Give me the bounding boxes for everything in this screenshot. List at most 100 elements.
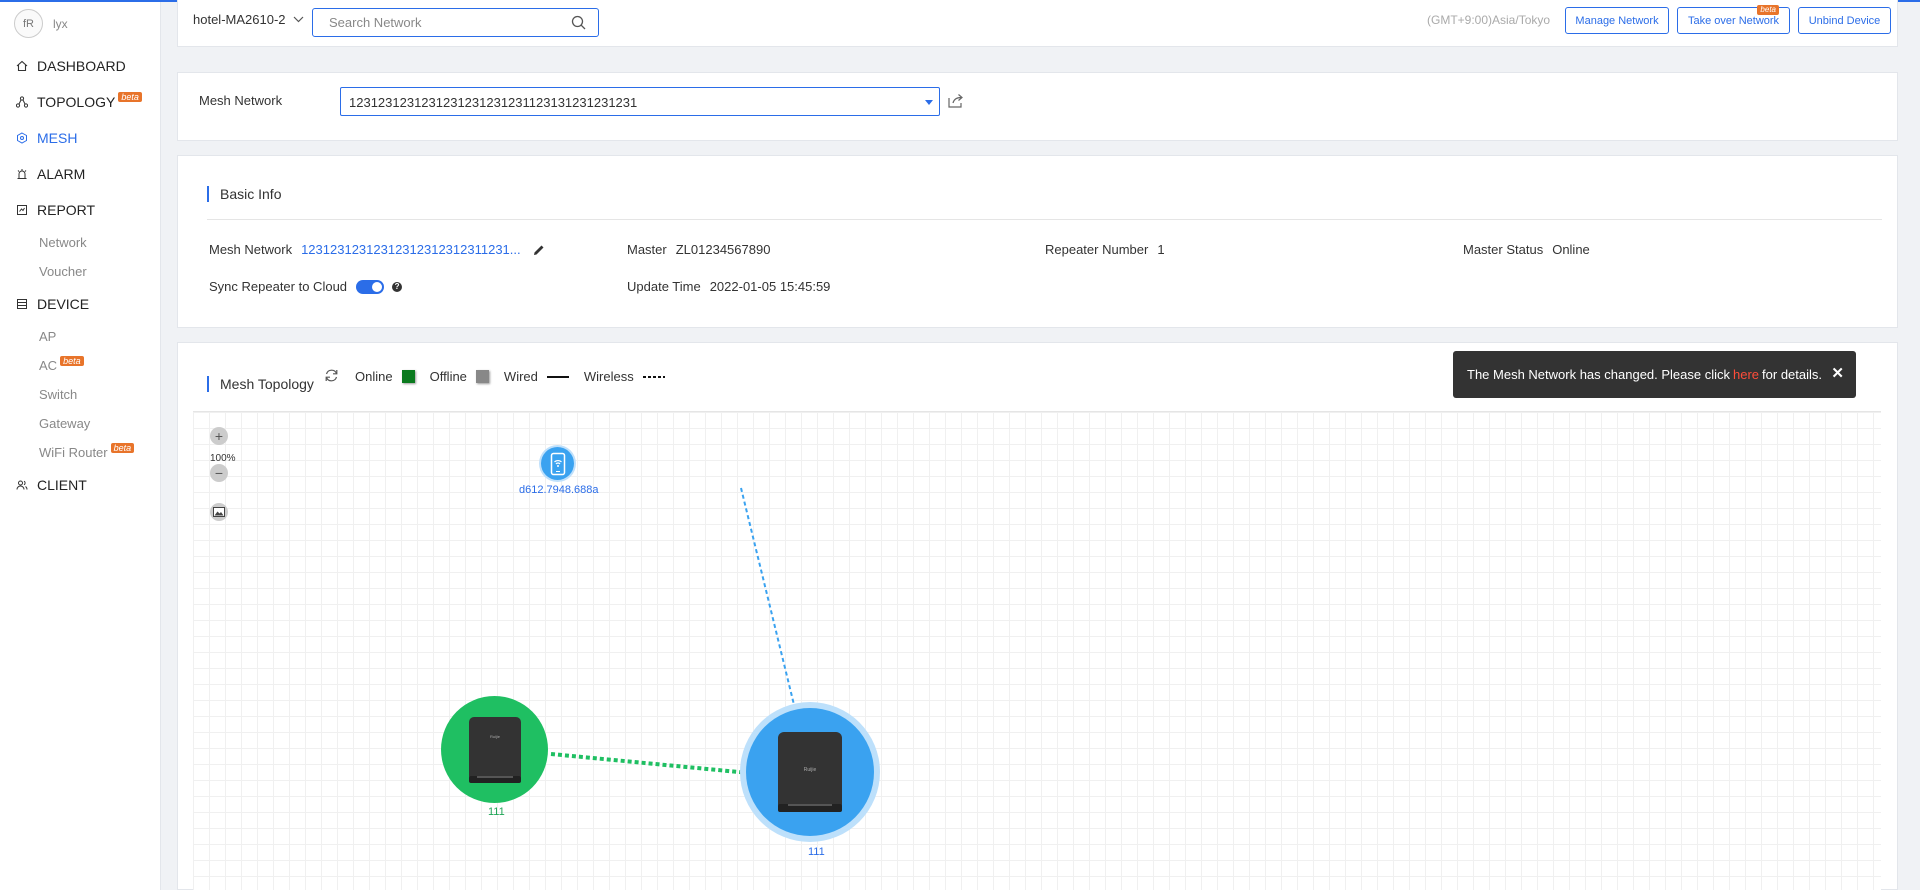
legend-online-label: Online xyxy=(355,369,393,384)
mesh-network-name-link[interactable]: 12312312312312312312312311231... xyxy=(301,242,521,257)
legend-offline-swatch xyxy=(475,370,489,383)
topology-icon xyxy=(15,95,29,109)
user-profile[interactable]: fR lyx xyxy=(0,2,160,45)
legend-wired-label: Wired xyxy=(503,369,538,384)
top-header: hotel-MA2610-2 (GMT+9:00)Asia/Tokyo Mana… xyxy=(177,0,1898,47)
legend-offline-label: Offline xyxy=(429,369,467,384)
project-name: hotel-MA2610-2 xyxy=(193,12,286,27)
search-box[interactable] xyxy=(312,8,599,37)
sidebar-item-label: TOPOLOGY xyxy=(37,94,116,110)
sync-repeater-info: Sync Repeater to Cloud ? xyxy=(209,279,403,294)
share-icon[interactable] xyxy=(948,93,965,108)
refresh-icon[interactable] xyxy=(324,368,339,383)
manage-network-button[interactable]: Manage Network xyxy=(1565,7,1669,34)
sidebar: fR lyx DASHBOARD TOPOLOGY beta MESH ALAR… xyxy=(0,2,161,890)
help-icon[interactable]: ? xyxy=(392,281,403,292)
info-label: Master Status xyxy=(1463,242,1544,257)
search-input[interactable] xyxy=(313,9,553,36)
pencil-icon[interactable] xyxy=(533,244,545,256)
unbind-device-button[interactable]: Unbind Device xyxy=(1798,7,1891,34)
project-selector[interactable]: hotel-MA2610-2 xyxy=(193,12,304,27)
svg-text:Ruijie: Ruijie xyxy=(804,767,817,773)
client-node[interactable] xyxy=(541,447,574,480)
master-status-info: Master Status Online xyxy=(1463,242,1590,257)
avatar[interactable]: fR xyxy=(14,9,43,38)
sidebar-item-label: REPORT xyxy=(37,202,96,218)
topology-legend: Online Offline Wired Wireless xyxy=(355,369,665,384)
sidebar-sub-ap[interactable]: AP xyxy=(0,322,160,351)
sidebar-item-report[interactable]: REPORT xyxy=(0,192,160,228)
info-label: Sync Repeater to Cloud xyxy=(209,279,348,294)
chevron-down-icon xyxy=(293,16,303,23)
toast-text-after: for details. xyxy=(1762,367,1823,382)
sidebar-item-device[interactable]: DEVICE xyxy=(0,286,160,322)
topology-canvas[interactable]: + 100% − d612.7948.688a Ruijie 111 Ruiji… xyxy=(193,411,1881,890)
topology-links xyxy=(550,487,797,775)
legend-wireless-line xyxy=(642,375,665,378)
phone-wifi-icon xyxy=(550,452,565,475)
sidebar-sub-switch[interactable]: Switch xyxy=(0,380,160,409)
legend-wired-line xyxy=(546,375,569,378)
master-status-value: Online xyxy=(1552,242,1590,257)
mesh-network-selected-value: 1231231231231231231231231123131231231231 xyxy=(349,95,638,110)
mesh-changed-toast: The Mesh Network has changed. Please cli… xyxy=(1453,351,1856,398)
master-info: Master ZL01234567890 xyxy=(627,242,770,257)
sidebar-item-mesh[interactable]: MESH xyxy=(0,120,160,156)
button-label: Take over Network xyxy=(1687,14,1780,27)
update-time-info: Update Time 2022-01-05 15:45:59 xyxy=(627,279,830,294)
repeater-node-label: 111 xyxy=(488,806,505,818)
master-serial: ZL01234567890 xyxy=(675,242,771,257)
wireless-link-client-master xyxy=(740,487,797,714)
beta-badge: beta xyxy=(1757,5,1779,15)
sync-repeater-toggle[interactable] xyxy=(356,279,385,294)
beta-badge: beta xyxy=(110,442,135,453)
legend-online-swatch xyxy=(401,370,415,383)
repeater-number: 1 xyxy=(1157,242,1165,257)
mesh-network-select[interactable]: 1231231231231231231231231123131231231231 xyxy=(340,87,940,116)
sidebar-sub-voucher[interactable]: Voucher xyxy=(0,257,160,286)
caret-down-icon xyxy=(925,100,933,105)
sidebar-item-topology[interactable]: TOPOLOGY beta xyxy=(0,84,160,120)
home-icon xyxy=(15,59,29,73)
sidebar-sub-gateway[interactable]: Gateway xyxy=(0,409,160,438)
wireless-link-repeater-master xyxy=(550,752,750,775)
sidebar-sub-network[interactable]: Network xyxy=(0,228,160,257)
sidebar-item-alarm[interactable]: ALARM xyxy=(0,156,160,192)
repeater-node[interactable]: Ruijie xyxy=(441,696,548,803)
search-icon[interactable] xyxy=(571,15,586,30)
info-label: Update Time xyxy=(627,279,701,294)
mesh-topology-title: Mesh Topology xyxy=(207,376,314,392)
basic-info-title: Basic Info xyxy=(207,186,281,202)
legend-wireless-label: Wireless xyxy=(583,369,634,384)
info-label: Mesh Network xyxy=(209,242,293,257)
sidebar-item-client[interactable]: CLIENT xyxy=(0,467,160,503)
toast-here-link[interactable]: here xyxy=(1733,367,1759,382)
toast-text: The Mesh Network has changed. Please cli… xyxy=(1467,367,1731,382)
beta-badge: beta xyxy=(60,355,84,366)
info-label: Repeater Number xyxy=(1045,242,1149,257)
sidebar-item-label: DEVICE xyxy=(37,296,90,312)
info-label: Master xyxy=(627,242,667,257)
sidebar-sub-ac[interactable]: AC beta xyxy=(0,351,160,380)
client-node-label: d612.7948.688a xyxy=(519,484,599,496)
update-time-value: 2022-01-05 15:45:59 xyxy=(709,279,831,294)
basic-info-panel: Basic Info Mesh Network 1231231231231231… xyxy=(177,155,1898,328)
sidebar-sub-label: WiFi Router xyxy=(39,445,108,460)
sidebar-item-label: DASHBOARD xyxy=(37,58,126,74)
sidebar-sub-label: AC xyxy=(39,358,58,373)
divider xyxy=(207,219,1882,220)
master-node[interactable]: Ruijie xyxy=(746,708,874,836)
router-device-icon: Ruijie xyxy=(468,716,521,783)
mesh-network-label: Mesh Network xyxy=(199,93,283,108)
report-icon xyxy=(15,203,29,217)
sidebar-sub-wifi-router[interactable]: WiFi Router beta xyxy=(0,438,160,467)
close-icon[interactable]: ✕ xyxy=(1831,364,1844,382)
sidebar-item-label: CLIENT xyxy=(37,477,87,493)
device-icon xyxy=(15,297,29,311)
mesh-topology-panel: Mesh Topology Online Offline Wired Wirel… xyxy=(177,342,1898,890)
mesh-network-info: Mesh Network 123123123123123123123123112… xyxy=(209,242,545,257)
sidebar-item-dashboard[interactable]: DASHBOARD xyxy=(0,48,160,84)
master-node-label: 111 xyxy=(808,846,825,858)
take-over-network-button[interactable]: Take over Network beta xyxy=(1677,5,1790,34)
timezone-label: (GMT+9:00)Asia/Tokyo xyxy=(1427,13,1551,27)
